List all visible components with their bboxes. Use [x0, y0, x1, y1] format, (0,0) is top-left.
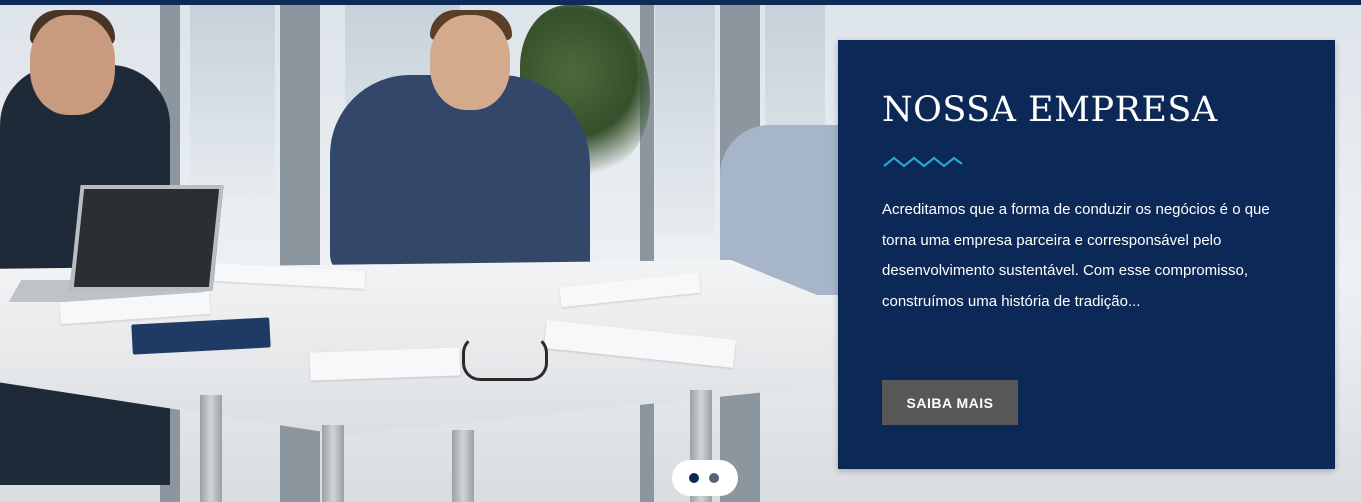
company-info-card: NOSSA EMPRESA Acreditamos que a forma de… [838, 40, 1335, 469]
card-description: Acreditamos que a forma de conduzir os n… [882, 201, 1270, 310]
learn-more-button[interactable]: SAIBA MAIS [882, 380, 1018, 425]
slide-dot-2[interactable] [709, 473, 719, 483]
wave-icon [883, 156, 963, 168]
slide-dot-1[interactable] [689, 473, 699, 483]
slider-pagination [672, 460, 738, 496]
card-title: NOSSA EMPRESA [882, 90, 1218, 130]
